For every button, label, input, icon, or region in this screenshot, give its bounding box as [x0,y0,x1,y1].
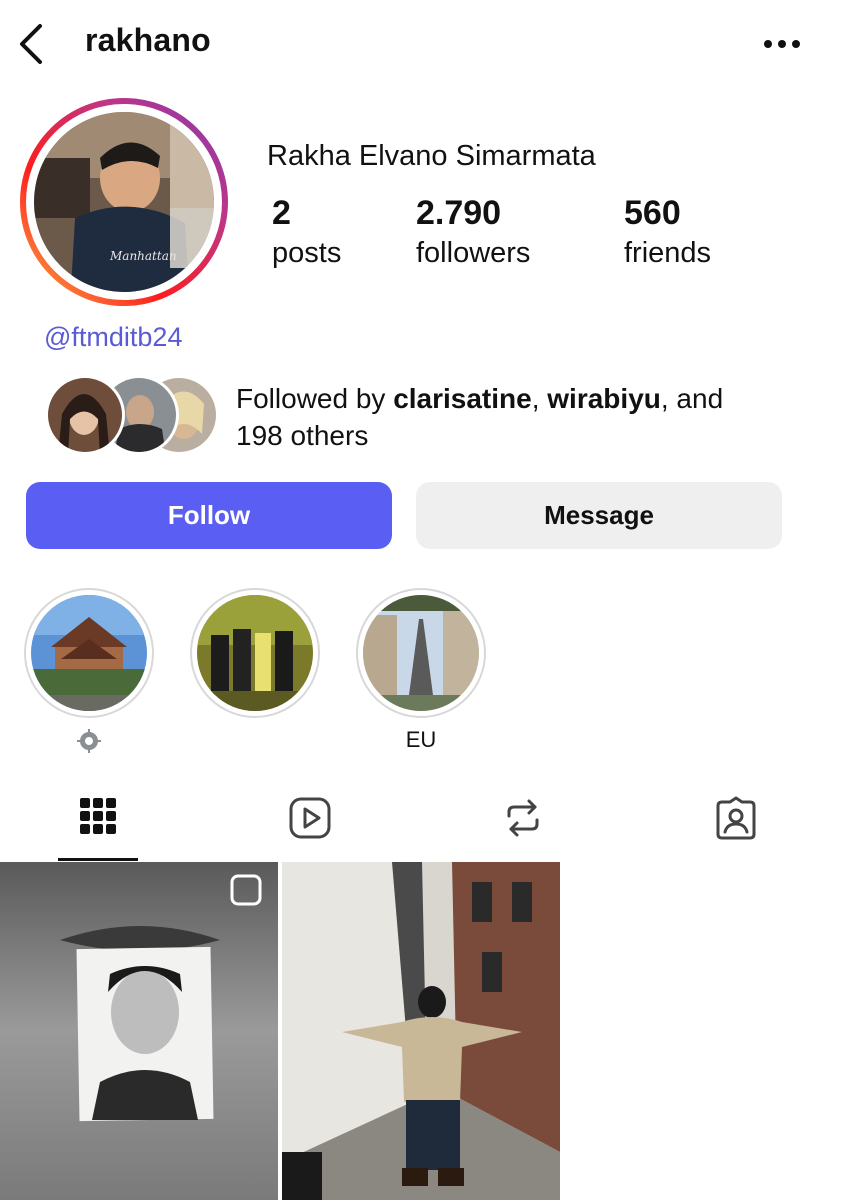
top-bar: rakhano [0,0,842,86]
reels-icon [289,797,331,839]
friends-value: 560 [624,194,681,232]
highlight-3-ring [356,588,486,718]
highlight-1[interactable] [24,588,154,754]
display-name: Rakha Elvano Simarmata [267,140,596,172]
tab-reels[interactable] [270,790,350,862]
back-arrow-icon[interactable] [16,22,48,66]
threads-handle-link[interactable]: @ftmditb24 [44,322,182,353]
profile-tabs [0,790,842,862]
tab-posts-grid[interactable] [58,790,138,862]
highlight-3-label: EU [405,727,437,752]
active-tab-indicator [58,858,138,861]
tab-tagged[interactable] [696,790,776,862]
mutual-user-2[interactable]: wirabiyu [547,383,661,414]
post-1-image [0,862,278,1200]
friends-count[interactable]: 560 friends [624,193,711,271]
highlight-3-image [363,595,479,711]
repost-icon [507,799,539,837]
followers-label: followers [416,237,531,269]
highlight-2[interactable] [190,588,320,754]
more-options-icon[interactable] [760,32,804,56]
friends-label: friends [624,237,712,269]
svg-text:Manhattan: Manhattan [109,249,177,263]
highlight-3[interactable]: EU [356,588,486,754]
highlight-1-ring [24,588,154,718]
highlight-1-label [24,726,154,754]
posts-value: 2 [272,194,291,232]
followed-by-rest: 198 others [236,420,369,451]
followed-by-sep: , [531,383,548,414]
mutual-followers-avatars[interactable] [44,374,219,456]
post-thumbnail-2[interactable] [282,862,560,1200]
followed-by-mid: , and [660,383,724,414]
message-button[interactable]: Message [416,482,782,549]
tagged-icon [716,796,756,840]
tab-reposts[interactable] [483,790,563,862]
followed-by-prefix: Followed by [236,383,394,414]
mutual-user-1[interactable]: clarisatine [393,383,532,414]
gear-icon [77,729,101,754]
posts-count[interactable]: 2 posts [272,193,341,271]
profile-avatar[interactable]: Manhattan [20,98,228,306]
post-thumbnail-1[interactable] [0,862,278,1200]
followed-by-text[interactable]: Followed by clarisatine, wirabiyu, and 19… [236,380,806,454]
highlight-1-image [31,595,147,711]
followers-value: 2.790 [416,194,502,232]
grid-icon [80,798,116,834]
avatar-image: Manhattan [20,98,228,306]
highlight-2-image [197,595,313,711]
profile-username: rakhano [85,22,211,58]
post-2-image [282,862,560,1200]
posts-label: posts [272,237,342,269]
highlight-2-ring [190,588,320,718]
mutual-avatar-stack [45,375,219,455]
followers-count[interactable]: 2.790 followers [416,193,530,271]
highlight-2-label [190,726,320,754]
follow-button[interactable]: Follow [26,482,392,549]
